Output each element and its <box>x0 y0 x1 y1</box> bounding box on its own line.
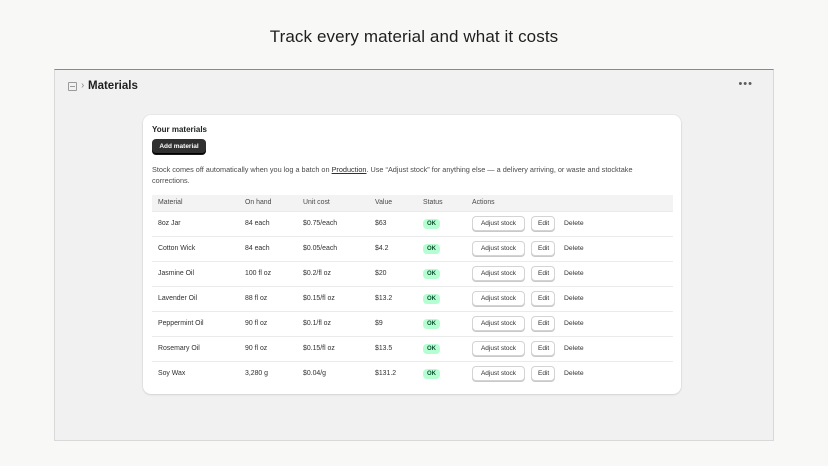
table-header-row: Material On hand Unit cost Value Status … <box>152 195 673 211</box>
adjust-stock-button[interactable]: Adjust stock <box>472 266 525 281</box>
status-badge: OK <box>423 343 440 354</box>
unit-cost-value: $0.2/fl oz <box>297 260 369 286</box>
table-row: Soy Wax 3,280 g $0.04/g $131.2 OK Adjust stoc… <box>152 360 673 386</box>
total-value: $9 <box>369 310 417 336</box>
status-cell: OK <box>417 285 466 311</box>
add-material-button[interactable]: Add material <box>152 139 206 154</box>
table-row: Cotton Wick 84 each $0.05/each $4.2 OK Adjust… <box>152 235 673 261</box>
edit-button[interactable]: Edit <box>531 341 555 356</box>
material-name: Cotton Wick <box>152 235 239 261</box>
on-hand-value: 100 fl oz <box>239 260 297 286</box>
total-value: $4.2 <box>369 235 417 261</box>
info-text-start: Stock comes off automatically when you l… <box>152 165 332 174</box>
on-hand-value: 3,280 g <box>239 360 297 386</box>
delete-button[interactable]: Delete <box>564 320 584 327</box>
material-name: Soy Wax <box>152 360 239 386</box>
table-row: 8oz Jar 84 each $0.75/each $63 OK Adjust stoc… <box>152 210 673 236</box>
table-row: Rosemary Oil 90 fl oz $0.15/fl oz $13.5 OK Ad… <box>152 335 673 361</box>
material-name: Rosemary Oil <box>152 335 239 361</box>
total-value: $131.2 <box>369 360 417 386</box>
card-title: Your materials <box>152 125 207 134</box>
status-badge: OK <box>423 243 440 254</box>
material-name: Lavender Oil <box>152 285 239 311</box>
column-header-unit-cost: Unit cost <box>297 195 369 211</box>
status-cell: OK <box>417 360 466 386</box>
status-badge: OK <box>423 368 440 379</box>
total-value: $13.2 <box>369 285 417 311</box>
adjust-stock-button[interactable]: Adjust stock <box>472 241 525 256</box>
status-cell: OK <box>417 210 466 236</box>
delete-button[interactable]: Delete <box>564 295 584 302</box>
on-hand-value: 84 each <box>239 235 297 261</box>
status-badge: OK <box>423 318 440 329</box>
status-badge: OK <box>423 218 440 229</box>
adjust-stock-button[interactable]: Adjust stock <box>472 341 525 356</box>
app-window: › Materials ••• Your materials Add mater… <box>54 69 774 441</box>
status-badge: OK <box>423 293 440 304</box>
status-badge: OK <box>423 268 440 279</box>
table-row: Jasmine Oil 100 fl oz $0.2/fl oz $20 OK Adjus… <box>152 260 673 286</box>
materials-table: Material On hand Unit cost Value Status … <box>152 195 673 386</box>
chevron-right-icon: › <box>81 80 85 91</box>
edit-button[interactable]: Edit <box>531 366 555 382</box>
actions-cell: Adjust stock Edit Delete <box>466 310 673 336</box>
delete-button[interactable]: Delete <box>564 370 584 377</box>
adjust-stock-button[interactable]: Adjust stock <box>472 291 525 306</box>
unit-cost-value: $0.05/each <box>297 235 369 261</box>
actions-cell: Adjust stock Edit Delete <box>466 285 673 311</box>
status-cell: OK <box>417 310 466 336</box>
actions-cell: Adjust stock Edit Delete <box>466 260 673 286</box>
table-row: Lavender Oil 88 fl oz $0.15/fl oz $13.2 OK Ad… <box>152 285 673 311</box>
materials-card: Your materials Add material Stock comes … <box>143 115 681 394</box>
material-name: Jasmine Oil <box>152 260 239 286</box>
actions-cell: Adjust stock Edit Delete <box>466 235 673 261</box>
info-text: Stock comes off automatically when you l… <box>152 164 652 186</box>
delete-button[interactable]: Delete <box>564 220 584 227</box>
page-headline: Track every material and what it costs <box>269 27 559 46</box>
delete-button[interactable]: Delete <box>564 245 584 252</box>
unit-cost-value: $0.15/fl oz <box>297 335 369 361</box>
material-name: 8oz Jar <box>152 210 239 236</box>
status-cell: OK <box>417 235 466 261</box>
table-body: 8oz Jar 84 each $0.75/each $63 OK Adjust stoc… <box>152 210 673 386</box>
actions-cell: Adjust stock Edit Delete <box>466 335 673 361</box>
unit-cost-value: $0.75/each <box>297 210 369 236</box>
actions-cell: Adjust stock Edit Delete <box>466 210 673 236</box>
column-header-actions: Actions <box>466 195 673 211</box>
status-cell: OK <box>417 335 466 361</box>
edit-button[interactable]: Edit <box>531 316 555 331</box>
on-hand-value: 84 each <box>239 210 297 236</box>
table-row: Peppermint Oil 90 fl oz $0.1/fl oz $9 OK Adju… <box>152 310 673 336</box>
unit-cost-value: $0.04/g <box>297 360 369 386</box>
delete-button[interactable]: Delete <box>564 345 584 352</box>
page-title: Materials <box>88 80 138 92</box>
edit-button[interactable]: Edit <box>531 266 555 281</box>
edit-button[interactable]: Edit <box>531 216 555 231</box>
adjust-stock-button[interactable]: Adjust stock <box>472 366 525 382</box>
on-hand-value: 88 fl oz <box>239 285 297 311</box>
column-header-on-hand: On hand <box>239 195 297 211</box>
materials-icon[interactable] <box>68 82 77 91</box>
actions-cell: Adjust stock Edit Delete <box>466 360 673 386</box>
edit-button[interactable]: Edit <box>531 241 555 256</box>
unit-cost-value: $0.1/fl oz <box>297 310 369 336</box>
edit-button[interactable]: Edit <box>531 291 555 306</box>
column-header-value: Value <box>369 195 417 211</box>
delete-button[interactable]: Delete <box>564 270 584 277</box>
column-header-material: Material <box>152 195 239 211</box>
material-name: Peppermint Oil <box>152 310 239 336</box>
production-link[interactable]: Production <box>332 165 367 174</box>
total-value: $63 <box>369 210 417 236</box>
status-cell: OK <box>417 260 466 286</box>
column-header-status: Status <box>417 195 466 211</box>
on-hand-value: 90 fl oz <box>239 310 297 336</box>
total-value: $13.5 <box>369 335 417 361</box>
on-hand-value: 90 fl oz <box>239 335 297 361</box>
top-bar: › Materials ••• <box>55 70 773 104</box>
adjust-stock-button[interactable]: Adjust stock <box>472 316 525 331</box>
more-horizontal-icon[interactable]: ••• <box>738 78 753 90</box>
unit-cost-value: $0.15/fl oz <box>297 285 369 311</box>
total-value: $20 <box>369 260 417 286</box>
adjust-stock-button[interactable]: Adjust stock <box>472 216 525 231</box>
